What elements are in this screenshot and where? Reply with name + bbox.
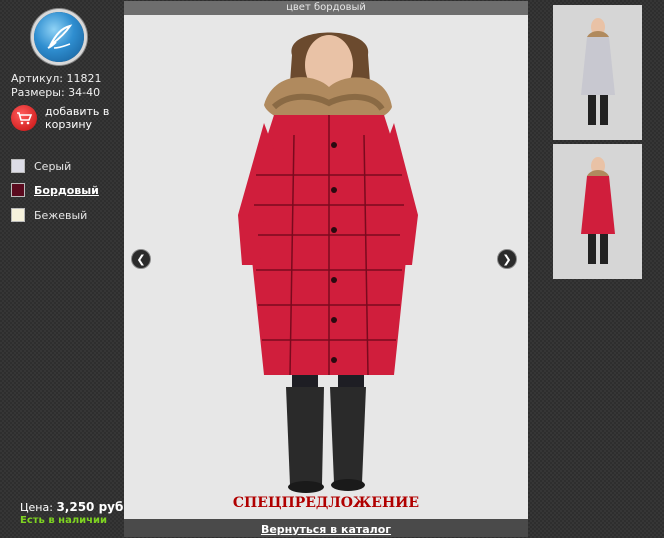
thumbnail-burgundy-coat-image <box>581 157 615 264</box>
add-to-cart-button[interactable]: добавить в корзину <box>11 105 115 131</box>
color-label-beige: Бежевый <box>34 208 88 222</box>
color-label-grey: Серый <box>34 159 72 173</box>
price: Цена: 3,250 руб. <box>20 500 128 514</box>
grey-swatch <box>11 159 25 173</box>
article-number: Артикул: 11821 <box>11 72 102 85</box>
color-option-grey[interactable]: Серый <box>11 159 71 173</box>
product-photo <box>124 15 528 519</box>
prev-arrow-button[interactable]: ❮ <box>131 249 151 269</box>
stock-status: Есть в наличии <box>20 515 108 526</box>
thumbnail-grey-coat-image <box>581 18 615 125</box>
viewer-footer: Вернуться в каталог <box>124 519 528 537</box>
cart-icon <box>11 105 37 131</box>
color-option-beige[interactable]: Бежевый <box>11 208 87 222</box>
main-viewer: цвет бордовый ❮ ❯ СПЕЦПРЕДЛОЖЕНИЕ Вернут… <box>124 1 528 537</box>
burgundy-swatch <box>11 183 25 197</box>
color-option-burgundy[interactable]: Бордовый <box>11 183 99 197</box>
beige-swatch <box>11 208 25 222</box>
thumbnail-grey-coat[interactable] <box>553 5 642 140</box>
chevron-left-icon: ❮ <box>136 252 146 266</box>
chevron-right-icon: ❯ <box>502 252 512 266</box>
back-to-catalog-link[interactable]: Вернуться в каталог <box>261 523 391 536</box>
price-value: 3,250 руб. <box>56 500 128 514</box>
next-arrow-button[interactable]: ❯ <box>497 249 517 269</box>
add-to-cart-label: добавить в корзину <box>45 105 110 131</box>
brand-logo[interactable] <box>34 12 84 62</box>
viewer-caption: цвет бордовый <box>124 1 528 15</box>
feather-pen-icon <box>47 24 73 49</box>
price-label: Цена: <box>20 501 53 514</box>
girl-in-burgundy-coat-image <box>238 32 418 493</box>
thumbnail-burgundy-coat[interactable] <box>553 144 642 279</box>
color-label-burgundy: Бордовый <box>34 183 99 197</box>
sizes-range: Размеры: 34-40 <box>11 86 101 99</box>
special-offer-label: СПЕЦПРЕДЛОЖЕНИЕ <box>232 495 420 511</box>
